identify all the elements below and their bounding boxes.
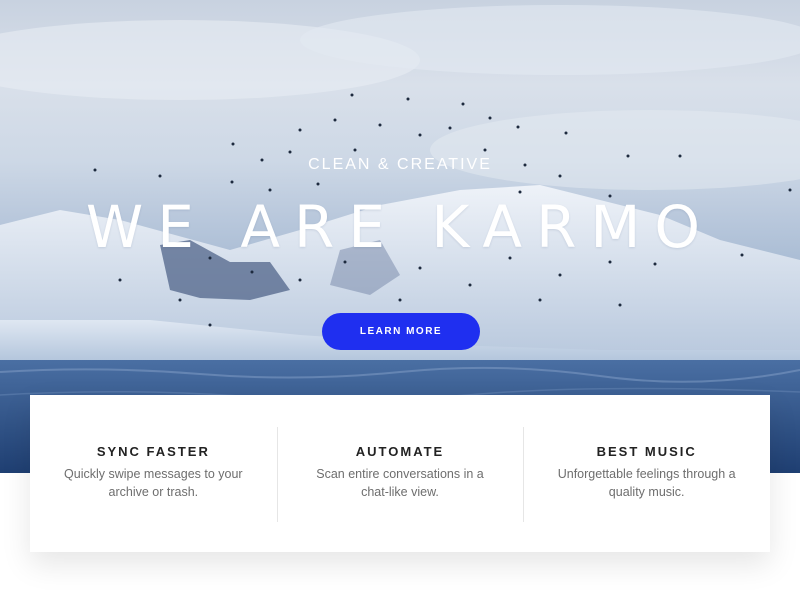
feature-description: Scan entire conversations in a chat-like…	[316, 467, 484, 499]
features-card: SYNC FASTER Quickly swipe messages to yo…	[30, 395, 770, 552]
feature-title: SYNC FASTER	[96, 444, 210, 459]
hero-tagline: CLEAN & CREATIVE	[308, 156, 492, 173]
feature-automate: AUTOMATE Scan entire conversations in a …	[276, 395, 524, 552]
feature-description: Quickly swipe messages to your archive o…	[64, 467, 243, 499]
feature-title: AUTOMATE	[355, 444, 445, 459]
feature-sync-faster: SYNC FASTER Quickly swipe messages to yo…	[30, 395, 277, 552]
hero-headline: WE ARE KARMO	[85, 193, 715, 261]
feature-title: BEST MUSIC	[596, 444, 697, 459]
learn-more-button[interactable]: LEARN MORE	[322, 313, 480, 350]
feature-best-music: BEST MUSIC Unforgettable feelings throug…	[523, 395, 770, 552]
feature-description: Unforgettable feelings through a quality…	[557, 467, 736, 499]
